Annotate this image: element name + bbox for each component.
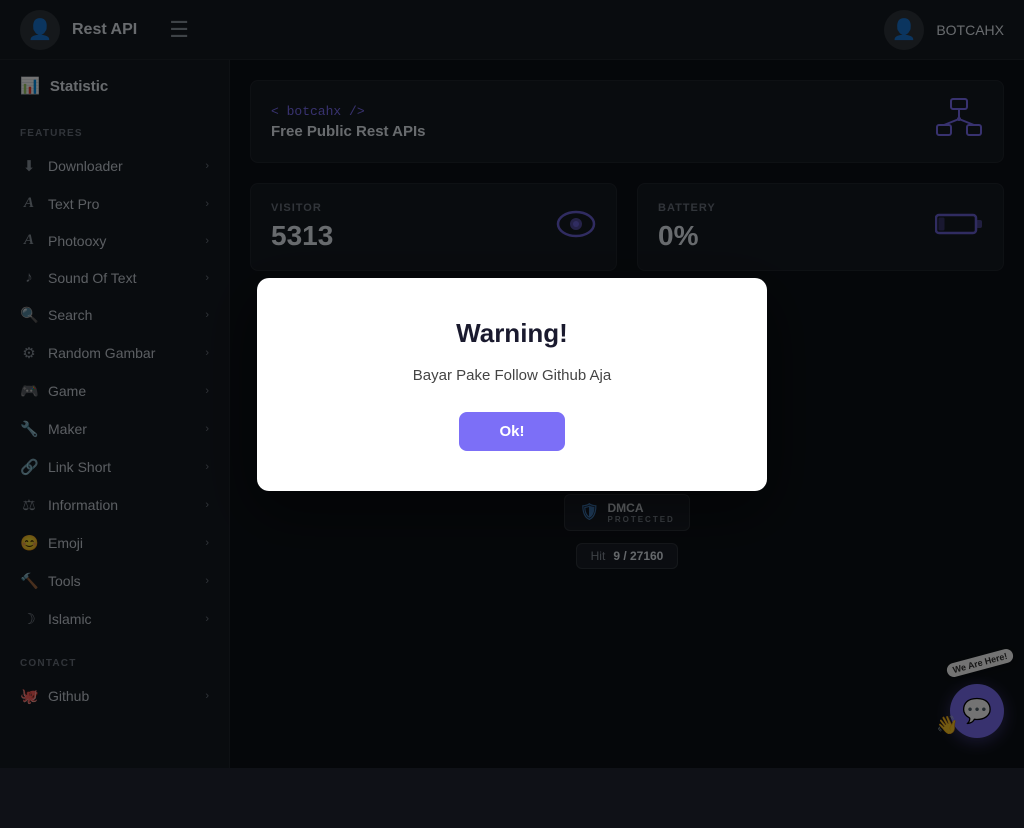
modal-overlay[interactable]: Warning! Bayar Pake Follow Github Aja Ok… [0, 0, 1024, 768]
modal-message: Bayar Pake Follow Github Aja [307, 367, 717, 384]
modal-title: Warning! [307, 318, 717, 349]
modal-ok-button[interactable]: Ok! [459, 412, 564, 451]
warning-modal: Warning! Bayar Pake Follow Github Aja Ok… [257, 278, 767, 491]
